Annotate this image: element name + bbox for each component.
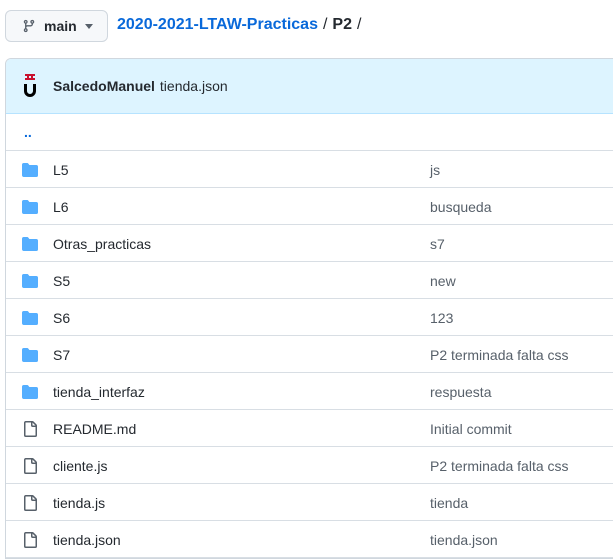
commit-message-link[interactable]: respuesta <box>430 384 491 400</box>
folder-icon <box>22 273 38 289</box>
urjc-logo-avatar[interactable] <box>21 74 39 98</box>
folder-icon <box>22 310 38 326</box>
directory-row[interactable]: S6 123 <box>6 299 613 336</box>
commit-message-link[interactable]: Initial commit <box>430 421 512 437</box>
directory-row[interactable]: Otras_practicas s7 <box>6 225 613 262</box>
directory-name-link[interactable]: S6 <box>53 310 70 326</box>
commit-author-link[interactable]: SalcedoManuel <box>53 78 155 94</box>
commit-message-link[interactable]: tienda <box>430 495 468 511</box>
file-row[interactable]: cliente.js P2 terminada falta css <box>6 447 613 484</box>
folder-icon <box>22 347 38 363</box>
file-row[interactable]: tienda.js tienda <box>6 484 613 521</box>
file-icon <box>22 458 38 474</box>
directory-name-link[interactable]: L5 <box>53 162 69 178</box>
commit-message-link[interactable]: P2 terminada falta css <box>430 458 569 474</box>
commit-message-link[interactable]: 123 <box>430 310 453 326</box>
directory-name-link[interactable]: S5 <box>53 273 70 289</box>
commit-message-link[interactable]: s7 <box>430 236 445 252</box>
file-icon <box>22 421 38 437</box>
directory-row[interactable]: L5 js <box>6 151 613 188</box>
file-name-link[interactable]: cliente.js <box>53 458 107 474</box>
directory-name-link[interactable]: tienda_interfaz <box>53 384 145 400</box>
breadcrumb-separator: / <box>322 16 328 33</box>
file-list: L5 js L6 busqueda Otras_practicas s7 S5 new S6 12… <box>6 151 613 558</box>
parent-directory-link[interactable]: .. <box>24 124 32 140</box>
branch-name: main <box>44 18 77 34</box>
folder-icon <box>22 162 38 178</box>
branch-selector-button[interactable]: main <box>5 10 108 42</box>
breadcrumb-trailing-separator: / <box>357 16 362 33</box>
file-row[interactable]: tienda.json tienda.json <box>6 521 613 558</box>
folder-icon <box>22 236 38 252</box>
commit-message-link[interactable]: P2 terminada falta css <box>430 347 569 363</box>
folder-icon <box>22 199 38 215</box>
file-name-link[interactable]: tienda.json <box>53 532 121 548</box>
directory-name-link[interactable]: L6 <box>53 199 69 215</box>
file-icon <box>22 495 38 511</box>
directory-row[interactable]: L6 busqueda <box>6 188 613 225</box>
latest-commit-bar: SalcedoManuel tienda.json <box>6 59 613 114</box>
commit-message-link[interactable]: busqueda <box>430 199 492 215</box>
commit-message-link[interactable]: tienda.json <box>430 532 498 548</box>
breadcrumb-repo-link[interactable]: 2020-2021-LTAW-Practicas <box>117 16 318 34</box>
commit-message-link[interactable]: tienda.json <box>160 78 228 94</box>
directory-name-link[interactable]: Otras_practicas <box>53 236 151 252</box>
top-bar: main 2020-2021-LTAW-Practicas / P2 / <box>0 0 613 52</box>
commit-message-link[interactable]: new <box>430 273 456 289</box>
git-branch-icon <box>23 19 35 33</box>
file-name-link[interactable]: tienda.js <box>53 495 105 511</box>
file-browser: SalcedoManuel tienda.json .. L5 js L6 busqu… <box>5 58 613 559</box>
breadcrumb-current-dir: P2 <box>332 16 352 33</box>
file-name-link[interactable]: README.md <box>53 421 136 437</box>
directory-row[interactable]: S5 new <box>6 262 613 299</box>
chevron-down-icon <box>85 24 93 29</box>
directory-name-link[interactable]: S7 <box>53 347 70 363</box>
file-icon <box>22 532 38 548</box>
breadcrumb: 2020-2021-LTAW-Practicas / P2 / <box>117 16 366 34</box>
parent-directory-row[interactable]: .. <box>6 114 613 151</box>
folder-icon <box>22 384 38 400</box>
directory-row[interactable]: S7 P2 terminada falta css <box>6 336 613 373</box>
commit-message-link[interactable]: js <box>430 162 440 178</box>
file-row[interactable]: README.md Initial commit <box>6 410 613 447</box>
directory-row[interactable]: tienda_interfaz respuesta <box>6 373 613 410</box>
